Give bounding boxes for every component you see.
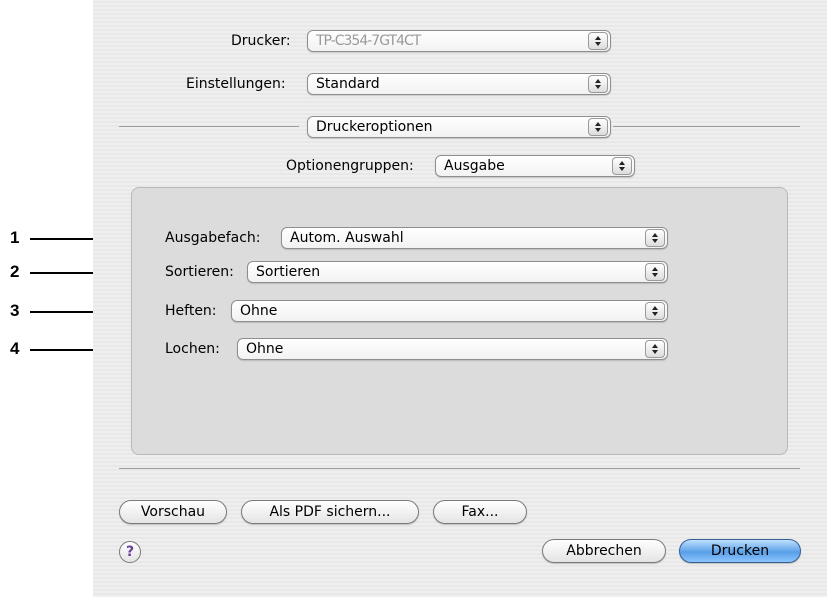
callout-number-2: 2: [10, 262, 20, 281]
collate-label: Sortieren:: [165, 264, 234, 280]
presets-label: Einstellungen:: [186, 76, 286, 92]
collate-value: Sortieren: [256, 264, 321, 280]
presets-popup[interactable]: Standard: [307, 73, 611, 95]
printer-label: Drucker:: [231, 33, 291, 49]
separator-right: [613, 126, 800, 127]
option-groups-popup[interactable]: Ausgabe: [435, 155, 635, 177]
fax-button[interactable]: Fax...: [433, 500, 527, 524]
presets-value: Standard: [316, 76, 380, 92]
section-value: Druckeroptionen: [316, 119, 433, 135]
help-icon[interactable]: ?: [119, 541, 141, 563]
printer-name: TP-C354-7GT4CT: [316, 33, 421, 49]
punch-popup[interactable]: Ohne: [237, 338, 668, 360]
print-button[interactable]: Drucken: [679, 539, 801, 563]
popup-arrows-icon: [588, 75, 608, 93]
option-groups-value: Ausgabe: [444, 158, 505, 174]
cancel-button[interactable]: Abbrechen: [542, 539, 666, 563]
popup-arrows-icon: [645, 263, 665, 281]
popup-arrows-icon: [645, 340, 665, 358]
popup-arrows-icon: [588, 32, 608, 50]
output-tray-popup[interactable]: Autom. Auswahl: [281, 227, 668, 249]
popup-arrows-icon: [612, 157, 632, 175]
popup-arrows-icon: [588, 118, 608, 136]
punch-value: Ohne: [246, 341, 284, 357]
printer-popup[interactable]: TP-C354-7GT4CT: [307, 30, 611, 52]
popup-arrows-icon: [645, 229, 665, 247]
output-tray-label: Ausgabefach:: [165, 230, 261, 246]
popup-arrows-icon: [645, 302, 665, 320]
output-tray-value: Autom. Auswahl: [290, 230, 404, 246]
punch-label: Lochen:: [165, 341, 220, 357]
preview-button[interactable]: Vorschau: [119, 500, 227, 524]
staple-label: Heften:: [165, 303, 217, 319]
separator-left: [119, 126, 299, 127]
callout-number-3: 3: [10, 301, 20, 320]
callout-number-4: 4: [10, 339, 20, 358]
callout-number-1: 1: [10, 228, 20, 247]
bottom-separator: [119, 468, 800, 469]
section-popup[interactable]: Druckeroptionen: [307, 116, 611, 138]
save-as-pdf-button[interactable]: Als PDF sichern...: [241, 500, 419, 524]
staple-popup[interactable]: Ohne: [231, 300, 668, 322]
staple-value: Ohne: [240, 303, 278, 319]
collate-popup[interactable]: Sortieren: [247, 261, 668, 283]
option-groups-label: Optionengruppen:: [286, 158, 414, 174]
